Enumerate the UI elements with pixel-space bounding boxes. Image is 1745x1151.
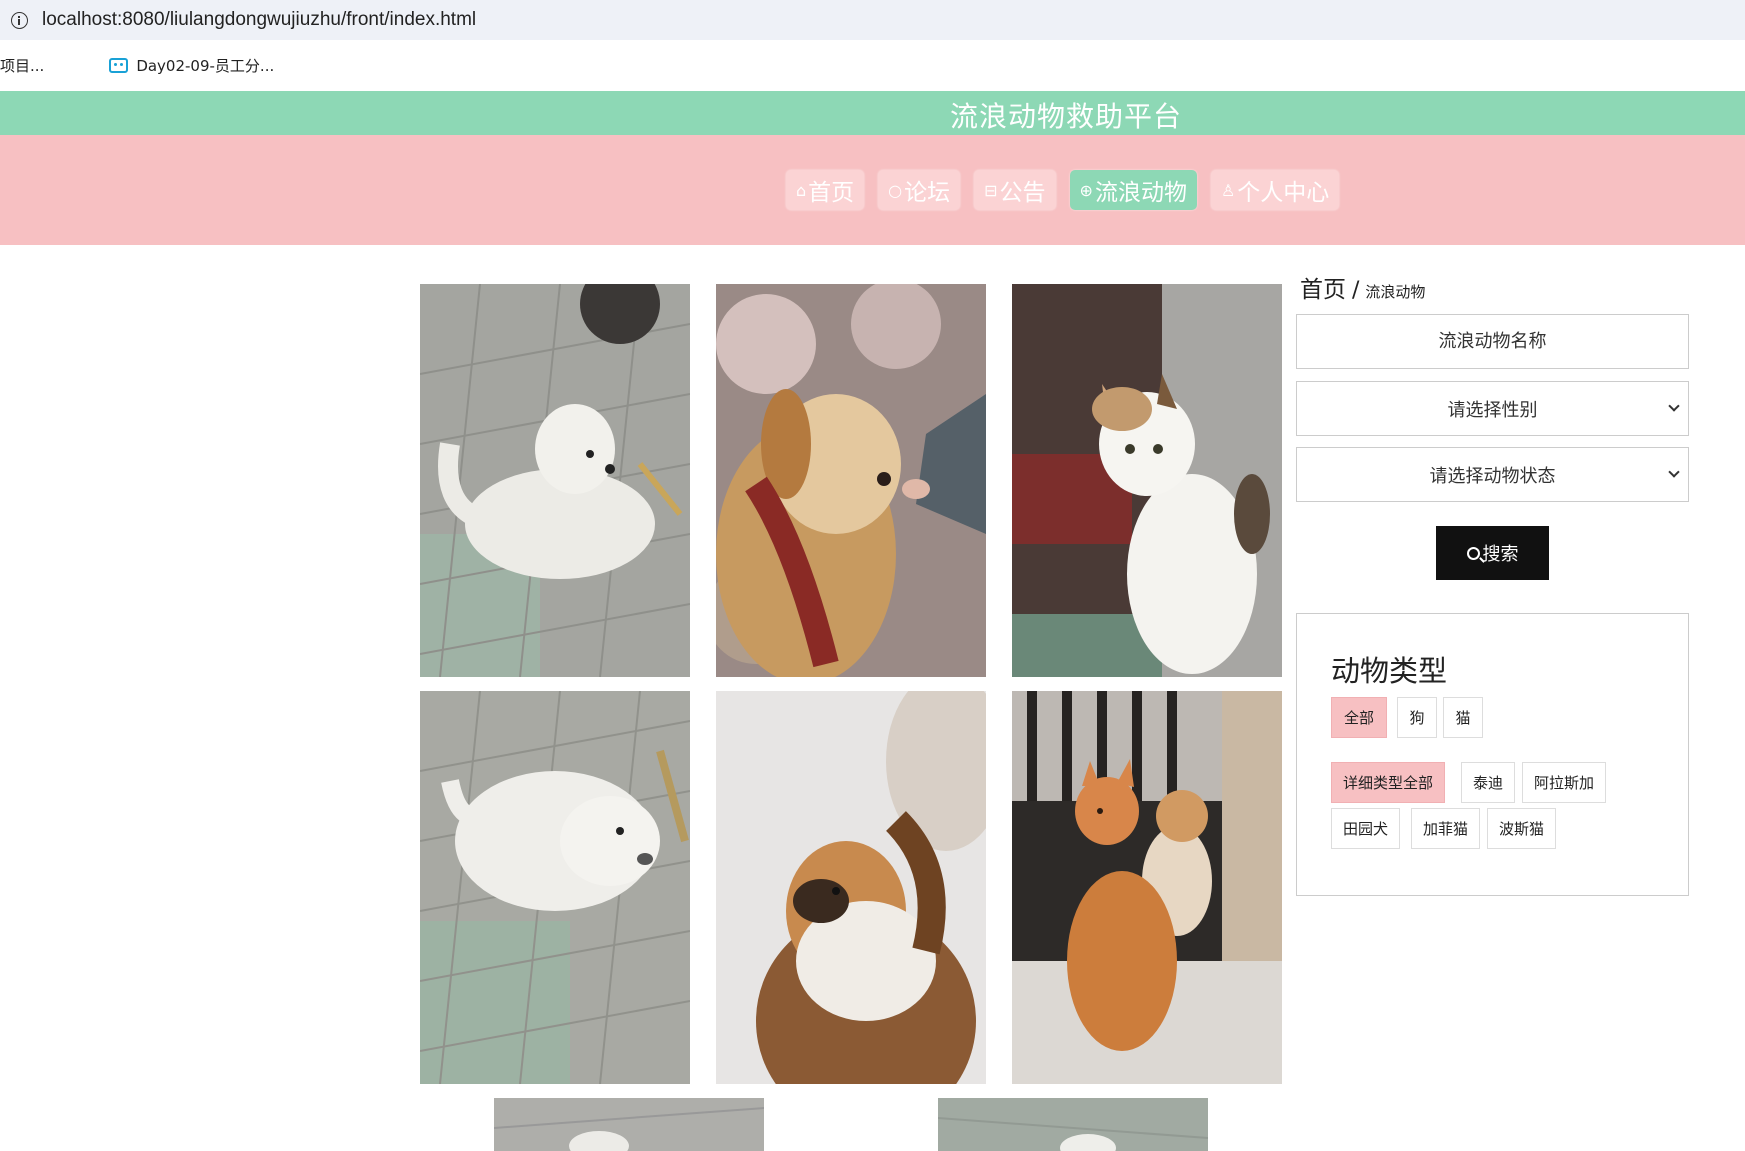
animal-type-panel: 动物类型 全部狗猫详细类型全部 泰迪 阿拉斯加田园犬 加菲猫 波斯猫: [1296, 613, 1689, 896]
title-bar: 流浪动物救助平台: [0, 91, 1745, 135]
search-button[interactable]: 搜索: [1436, 526, 1549, 580]
animal-photo[interactable]: [494, 1098, 764, 1151]
nav-item-2[interactable]: ⊟ 公告: [974, 170, 1056, 210]
gender-select[interactable]: 请选择性别: [1296, 381, 1689, 436]
bookmark-item[interactable]: 项目...: [0, 55, 44, 76]
animal-photo[interactable]: [938, 1098, 1208, 1151]
nav-item-3[interactable]: ⊕ 流浪动物: [1069, 170, 1197, 210]
tv-icon: [109, 58, 129, 73]
bookmark-item[interactable]: Day02-09-员工分...: [109, 55, 274, 76]
breadcrumb-current: 流浪动物: [1365, 283, 1426, 301]
subtype-tag[interactable]: 阿拉斯加: [1522, 762, 1607, 803]
animal-name-input-wrap: [1296, 314, 1689, 369]
breadcrumb-home[interactable]: 首页: [1300, 270, 1346, 304]
animal-photo[interactable]: [420, 284, 690, 677]
animal-photo[interactable]: [716, 691, 986, 1084]
chevron-down-icon: [1668, 466, 1680, 478]
animal-name-input[interactable]: [1297, 315, 1688, 368]
subtype-tag[interactable]: 泰迪: [1461, 762, 1516, 803]
search-button-label: 搜索: [1482, 544, 1519, 565]
subtype-tag[interactable]: 详细类型全部: [1331, 762, 1446, 803]
animal-photo[interactable]: [1012, 284, 1282, 677]
nav-icon: ⌂: [796, 180, 807, 200]
animal-type-title: 动物类型: [1331, 654, 1448, 688]
nav-label: 首页: [808, 180, 855, 206]
nav-item-4[interactable]: ♙ 个人中心: [1210, 170, 1340, 210]
bookmarks-bar: 项目... Day02-09-员工分...: [0, 40, 1745, 91]
site-title: 流浪动物救助平台: [950, 100, 1183, 133]
status-select[interactable]: 请选择动物状态: [1296, 447, 1689, 502]
nav-label: 论坛: [904, 180, 951, 206]
search-icon: [1466, 546, 1480, 560]
nav-icon: ○: [888, 180, 903, 200]
nav-item-0[interactable]: ⌂ 首页: [786, 170, 865, 210]
nav-icon: ⊟: [984, 180, 998, 200]
subtype-tag[interactable]: 波斯猫: [1487, 808, 1557, 849]
breadcrumb: 首页 / 流浪动物: [1300, 270, 1425, 304]
nav-label: 公告: [999, 180, 1046, 206]
main-nav: ⌂ 首页 ○ 论坛 ⊟ 公告 ⊕ 流浪动物 ♙ 个人中心: [786, 170, 1353, 210]
subtype-tag[interactable]: 田园犬: [1331, 808, 1401, 849]
status-select-value: 请选择动物状态: [1429, 465, 1556, 487]
breadcrumb-separator: /: [1352, 278, 1360, 303]
animal-photo[interactable]: [716, 284, 986, 677]
nav-label: 流浪动物: [1094, 180, 1187, 206]
address-bar[interactable]: localhost:8080/liulangdongwujiuzhu/front…: [0, 0, 1745, 40]
animal-photo[interactable]: [420, 691, 690, 1084]
nav-bar: ⌂ 首页 ○ 论坛 ⊟ 公告 ⊕ 流浪动物 ♙ 个人中心: [0, 135, 1745, 245]
subtype-tag[interactable]: 加菲猫: [1411, 808, 1481, 849]
site-info-icon[interactable]: [11, 11, 28, 29]
nav-label: 个人中心: [1237, 180, 1330, 206]
gender-select-value: 请选择性别: [1447, 399, 1538, 421]
nav-item-1[interactable]: ○ 论坛: [878, 170, 961, 210]
chevron-down-icon: [1668, 400, 1680, 412]
nav-icon: ⊕: [1079, 180, 1093, 200]
url-text[interactable]: localhost:8080/liulangdongwujiuzhu/front…: [42, 9, 476, 31]
type-tag[interactable]: 全部: [1331, 697, 1387, 738]
animal-photo[interactable]: [1012, 691, 1282, 1084]
type-tag[interactable]: 猫: [1443, 697, 1483, 738]
type-tag[interactable]: 狗: [1397, 697, 1437, 738]
nav-icon: ♙: [1220, 180, 1236, 200]
